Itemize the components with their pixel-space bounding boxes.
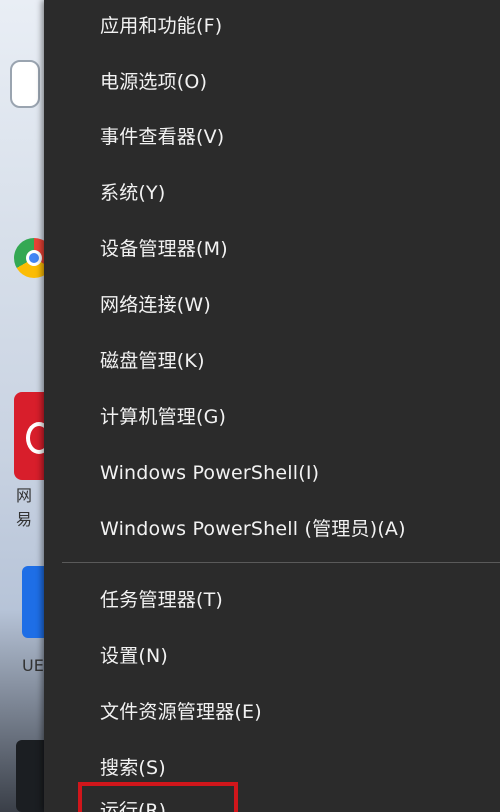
desktop-app-icon-dark[interactable]	[16, 740, 44, 812]
desktop-icon-label-netease: 网易	[16, 486, 33, 529]
menu-item-apps-features[interactable]: 应用和功能(F)	[100, 6, 222, 46]
desktop-background: 网易 UE	[0, 0, 44, 812]
menu-item-event-viewer[interactable]: 事件查看器(V)	[100, 117, 224, 157]
menu-item-device-manager[interactable]: 设备管理器(M)	[100, 229, 228, 269]
screen: 网易 UE 应用和功能(F) 电源选项(O) 事件查看器(V) 系统(Y) 设备…	[0, 0, 500, 812]
menu-item-network-connections[interactable]: 网络连接(W)	[100, 285, 211, 325]
menu-item-settings[interactable]: 设置(N)	[100, 636, 168, 676]
menu-item-file-explorer[interactable]: 文件资源管理器(E)	[100, 692, 262, 732]
menu-item-powershell-admin[interactable]: Windows PowerShell (管理员)(A)	[100, 509, 406, 549]
menu-item-system[interactable]: 系统(Y)	[100, 173, 165, 213]
chrome-icon[interactable]	[14, 238, 44, 278]
menu-item-task-manager[interactable]: 任务管理器(T)	[100, 580, 223, 620]
annotation-highlight-box	[78, 782, 238, 812]
menu-separator	[62, 562, 500, 563]
menu-item-powershell[interactable]: Windows PowerShell(I)	[100, 453, 319, 493]
ue-app-icon[interactable]	[22, 566, 44, 638]
desktop-app-icon[interactable]	[10, 60, 40, 108]
menu-item-computer-management[interactable]: 计算机管理(G)	[100, 397, 226, 437]
netease-music-icon[interactable]	[14, 392, 44, 480]
menu-item-disk-management[interactable]: 磁盘管理(K)	[100, 341, 205, 381]
winx-context-menu: 应用和功能(F) 电源选项(O) 事件查看器(V) 系统(Y) 设备管理器(M)…	[44, 0, 500, 812]
desktop-icon-label-ue: UE	[22, 656, 44, 675]
menu-item-power-options[interactable]: 电源选项(O)	[100, 62, 207, 102]
